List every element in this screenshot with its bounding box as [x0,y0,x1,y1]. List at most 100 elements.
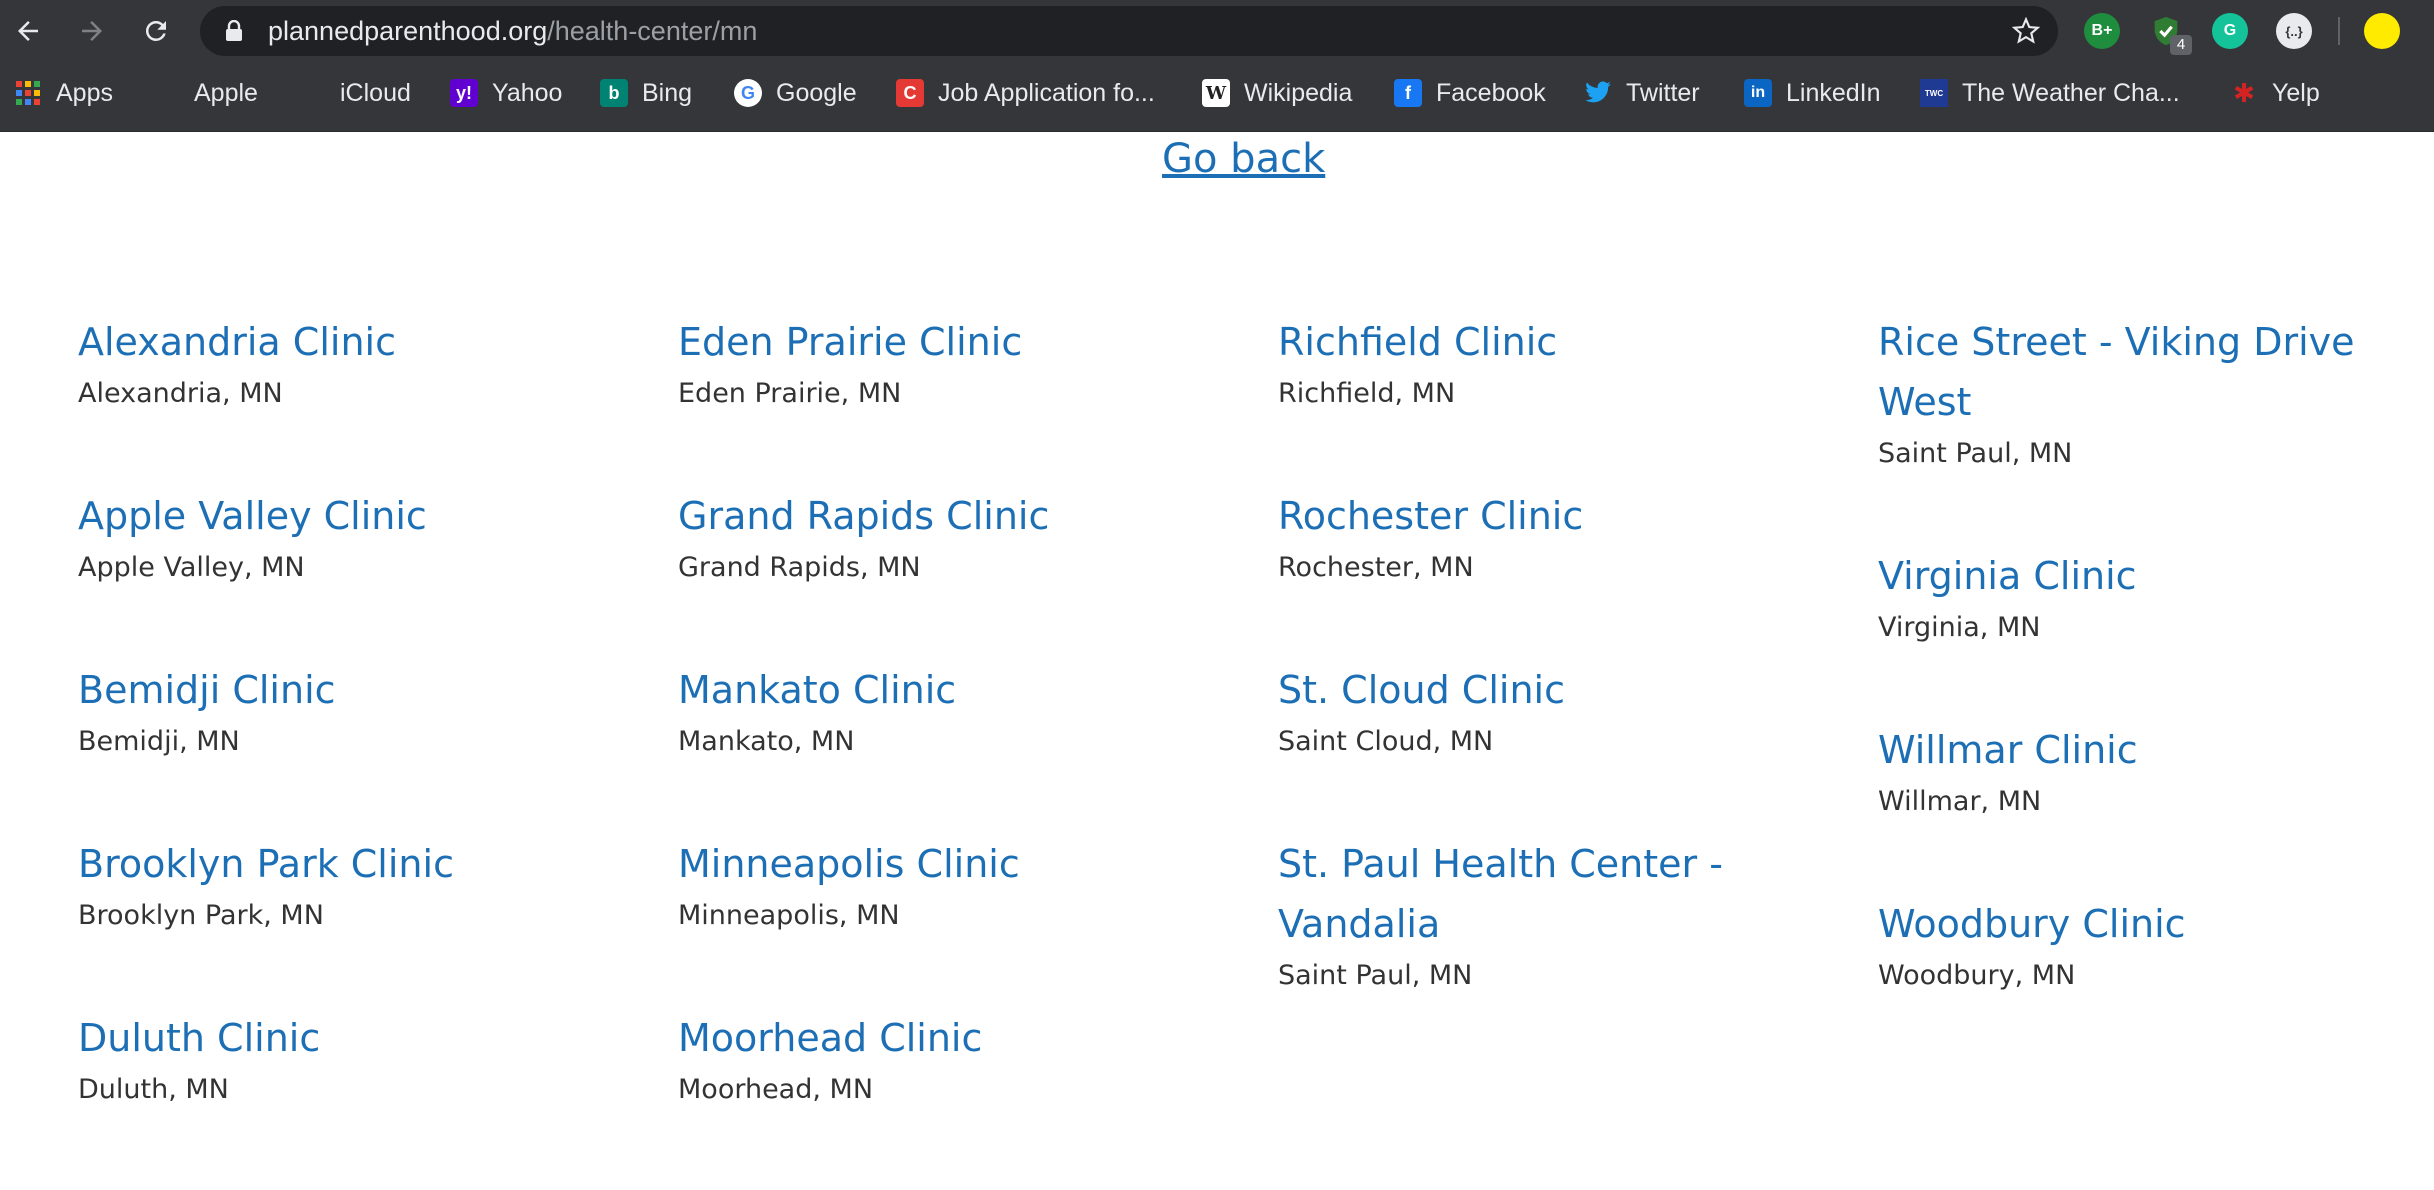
clinic-link[interactable]: Richfield Clinic [1278,312,1838,372]
clinic-link[interactable]: St. Cloud Clinic [1278,660,1838,720]
clinic-link[interactable]: Moorhead Clinic [678,1008,1238,1068]
clinic-city: Eden Prairie, MN [678,378,902,409]
bookmark-job-application[interactable]: C Job Application fo... [896,62,1155,124]
clinic-item: Rochester Clinic Rochester, MN [1278,486,1838,588]
clinic-link[interactable]: Willmar Clinic [1878,720,2434,780]
clinic-item: Virginia Clinic Virginia, MN [1878,546,2434,648]
json-extension-icon[interactable]: {..} [2276,13,2312,49]
bookmark-yahoo[interactable]: y! Yahoo [450,62,562,124]
clinic-item: Moorhead Clinic Moorhead, MN [678,1008,1238,1110]
clinic-item: Richfield Clinic Richfield, MN [1278,312,1838,414]
reload-button[interactable] [136,11,176,51]
bookmark-apps[interactable]: Apps [14,62,113,124]
clinic-item: Woodbury Clinic Woodbury, MN [1878,894,2434,996]
clinic-city: Saint Paul, MN [1878,438,2073,469]
bookmark-label: Facebook [1436,78,1546,107]
clinic-column-3: Richfield Clinic Richfield, MN Rochester… [1278,312,1838,1068]
bookmark-label: Wikipedia [1244,78,1353,107]
grammarly-extension-icon[interactable]: G [2212,13,2248,49]
clinic-city: Saint Cloud, MN [1278,726,1494,757]
clinic-city: Richfield, MN [1278,378,1456,409]
clinic-link[interactable]: St. Paul Health Center - Vandalia [1278,834,1838,954]
bookmark-linkedin[interactable]: in LinkedIn [1744,62,1881,124]
forward-button[interactable] [72,11,112,51]
bookmark-label: Yahoo [492,78,563,107]
clinic-link[interactable]: Bemidji Clinic [78,660,638,720]
reload-icon [145,20,166,41]
clinic-link[interactable]: Grand Rapids Clinic [678,486,1238,546]
clinic-city: Minneapolis, MN [678,900,900,931]
apple-icon [152,79,180,107]
bookmark-label: Yelp [2272,78,2320,107]
bookmark-label: Job Application fo... [938,78,1155,107]
bookmark-label: Apps [56,78,113,107]
bookmark-label: Apple [194,78,258,107]
bookmark-label: Bing [642,78,693,107]
clinic-item: Grand Rapids Clinic Grand Rapids, MN [678,486,1238,588]
clinic-link[interactable]: Alexandria Clinic [78,312,638,372]
bookmark-apple[interactable]: Apple [152,62,258,124]
clinic-city: Rochester, MN [1278,552,1474,583]
bookmark-bing[interactable]: b Bing [600,62,692,124]
clinic-column-1: Alexandria Clinic Alexandria, MN Apple V… [78,312,638,1182]
clinic-link[interactable]: Rice Street - Viking Drive West [1878,312,2434,432]
extension-badge-count: 4 [2170,35,2192,55]
bookmark-google[interactable]: G Google [734,62,857,124]
clinic-item: Bemidji Clinic Bemidji, MN [78,660,638,762]
bookmark-label: Twitter [1626,78,1700,107]
lock-icon [226,20,242,41]
bookmark-facebook[interactable]: f Facebook [1394,62,1546,124]
clinic-item: Alexandria Clinic Alexandria, MN [78,312,638,414]
bookmark-wikipedia[interactable]: W Wikipedia [1202,62,1352,124]
google-icon: G [734,79,762,107]
facebook-icon: f [1394,79,1422,107]
clinic-link[interactable]: Brooklyn Park Clinic [78,834,638,894]
apple-icon [298,79,326,107]
clinic-item: Apple Valley Clinic Apple Valley, MN [78,486,638,588]
clinic-link[interactable]: Woodbury Clinic [1878,894,2434,954]
clinic-link[interactable]: Minneapolis Clinic [678,834,1238,894]
go-back-link[interactable]: Go back [1162,136,1325,182]
bookmark-star-icon[interactable] [2012,17,2040,45]
clinic-city: Willmar, MN [1878,786,2042,817]
bookmark-twitter[interactable]: Twitter [1584,62,1700,124]
linkedin-icon: in [1744,79,1772,107]
clinic-link[interactable]: Mankato Clinic [678,660,1238,720]
address-bar[interactable]: plannedparenthood.org/health-center/mn [200,6,2058,56]
url-text: plannedparenthood.org/health-center/mn [268,16,758,46]
bookmark-label: LinkedIn [1786,78,1881,107]
bookmark-weather-channel[interactable]: TWC The Weather Cha... [1920,62,2180,124]
clinic-city: Moorhead, MN [678,1074,874,1105]
clinic-city: Virginia, MN [1878,612,2041,643]
clinic-item: St. Cloud Clinic Saint Cloud, MN [1278,660,1838,762]
toolbar-divider [2338,17,2340,45]
clinic-item: St. Paul Health Center - Vandalia Saint … [1278,834,1838,996]
clinic-city: Apple Valley, MN [78,552,305,583]
clinic-item: Duluth Clinic Duluth, MN [78,1008,638,1110]
bookmark-yelp[interactable]: ✱ Yelp [2230,62,2320,124]
clinic-column-2: Eden Prairie Clinic Eden Prairie, MN Gra… [678,312,1238,1182]
clinic-city: Alexandria, MN [78,378,283,409]
clinic-link[interactable]: Apple Valley Clinic [78,486,638,546]
profile-avatar[interactable] [2364,13,2400,49]
clinic-link[interactable]: Duluth Clinic [78,1008,638,1068]
bookmark-icloud[interactable]: iCloud [298,62,411,124]
clinic-city: Bemidji, MN [78,726,240,757]
clinic-city: Mankato, MN [678,726,855,757]
bplus-extension-icon[interactable]: B+ [2084,13,2120,49]
back-button[interactable] [8,11,48,51]
clinic-city: Saint Paul, MN [1278,960,1473,991]
clinic-link[interactable]: Virginia Clinic [1878,546,2434,606]
wikipedia-icon: W [1202,79,1230,107]
back-arrow-icon [18,21,38,41]
weather-channel-icon: TWC [1920,79,1948,107]
clinic-link[interactable]: Eden Prairie Clinic [678,312,1238,372]
bookmark-label: The Weather Cha... [1962,78,2180,107]
twitter-icon [1584,79,1612,107]
forward-arrow-icon [82,21,102,41]
bookmark-label: Google [776,78,857,107]
yahoo-icon: y! [450,79,478,107]
clinic-item: Brooklyn Park Clinic Brooklyn Park, MN [78,834,638,936]
clinic-link[interactable]: Rochester Clinic [1278,486,1838,546]
clinic-item: Rice Street - Viking Drive West Saint Pa… [1878,312,2434,474]
